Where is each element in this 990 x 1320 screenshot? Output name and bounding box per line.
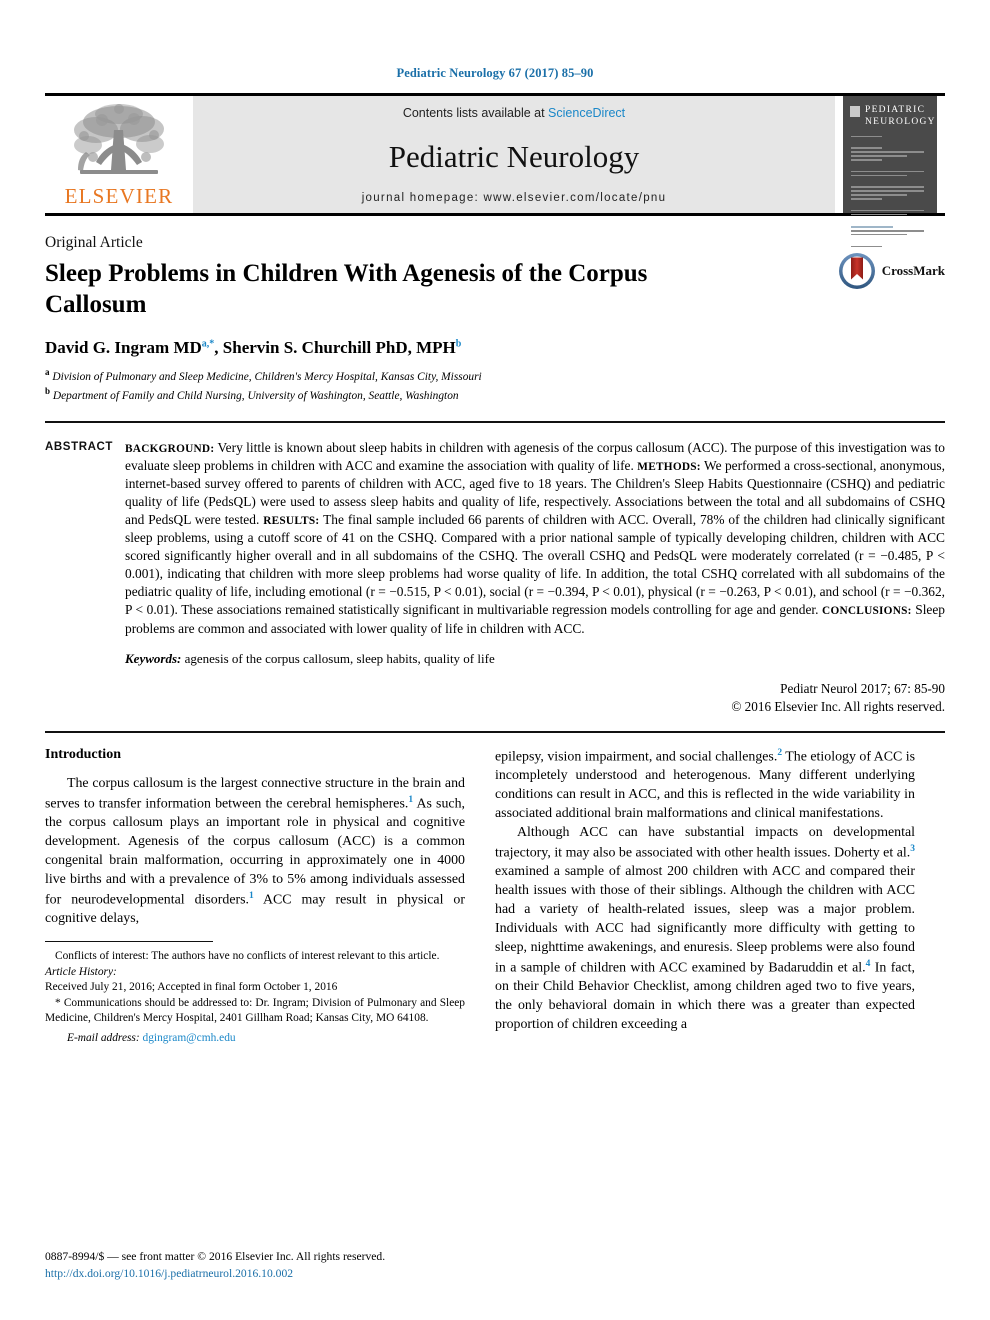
email-link[interactable]: dgingram@cmh.edu [143, 1032, 236, 1044]
intro-paragraph-2: epilepsy, vision impairment, and social … [495, 747, 915, 821]
intro-paragraph-3: Although ACC can have substantial impact… [495, 824, 915, 1033]
elsevier-logo: ELSEVIER [45, 93, 193, 216]
reference-marker[interactable]: 3 [910, 844, 915, 854]
abstract-divider [45, 730, 945, 733]
crossmark-icon [838, 253, 875, 289]
keywords-line: Keywords: agenesis of the corpus callosu… [125, 651, 945, 667]
abstract-citation: Pediatr Neurol 2017; 67: 85-90 © 2016 El… [125, 680, 945, 717]
journal-title: Pediatric Neurology [388, 138, 640, 174]
elsevier-wordmark: ELSEVIER [64, 184, 174, 208]
journal-cover-thumbnail: PEDIATRIC NEUROLOGY [835, 93, 945, 248]
article-history-dates: Received July 21, 2016; Accepted in fina… [45, 981, 338, 994]
abstract-methods-label: METHODS: [637, 460, 701, 473]
keywords-text: agenesis of the corpus callosum, sleep h… [184, 650, 495, 666]
cover-text-lines [851, 135, 929, 248]
section-heading-introduction: Introduction [45, 746, 121, 762]
footnotes-block: Conflicts of interest: The authors have … [45, 949, 465, 1046]
footnote-divider [45, 941, 213, 943]
doi-link[interactable]: http://dx.doi.org/10.1016/j.pediatrneuro… [45, 1266, 475, 1282]
article-header: Original Article Sleep Problems in Child… [45, 234, 945, 405]
conflicts-of-interest: Conflicts of interest: The authors have … [55, 950, 440, 963]
copyright-line: © 2016 Elsevier Inc. All rights reserved… [731, 699, 945, 715]
intro-paragraph-1: The corpus callosum is the largest conne… [45, 775, 465, 927]
crossmark-badge[interactable]: CrossMark [838, 252, 945, 290]
cover-title: PEDIATRIC NEUROLOGY [865, 105, 936, 127]
masthead-center: Contents lists available at ScienceDirec… [193, 93, 835, 216]
issn-line: 0887-8994/$ — see front matter © 2016 El… [45, 1250, 386, 1264]
email-label: E-mail address: [67, 1031, 140, 1044]
journal-masthead: ELSEVIER Contents lists available at Sci… [45, 93, 945, 248]
contents-prefix: Contents lists available at [402, 106, 549, 120]
running-head: Pediatric Neurology 67 (2017) 85–90 [396, 66, 594, 80]
page-title: Sleep Problems in Children With Agenesis… [45, 260, 648, 318]
abstract-section: ABSTRACT BACKGROUND: Very little is know… [45, 439, 945, 717]
elsevier-tree-icon [66, 100, 172, 188]
abstract-body: BACKGROUND: Very little is known about s… [125, 439, 945, 717]
affiliation-a: a Division of Pulmonary and Sleep Medici… [45, 367, 482, 383]
article-type-label: Original Article [45, 234, 143, 251]
journal-homepage-link[interactable]: journal homepage: www.elsevier.com/locat… [362, 192, 667, 204]
corresponding-author-note: * Communications should be addressed to:… [45, 996, 465, 1025]
page-footer: 0887-8994/$ — see front matter © 2016 El… [45, 1249, 475, 1282]
abstract-background-label: BACKGROUND: [125, 442, 215, 455]
right-column: epilepsy, vision impairment, and social … [495, 747, 915, 1047]
journal-article-page: Pediatric Neurology 67 (2017) 85–90 ELSE… [0, 0, 990, 1320]
sciencedirect-link[interactable]: ScienceDirect [548, 106, 625, 120]
keywords-label: Keywords: [125, 650, 182, 666]
abstract-results-label: RESULTS: [263, 515, 320, 528]
article-history-label: Article History: [45, 965, 117, 978]
author-list: David G. Ingram MDa,*, Shervin S. Church… [45, 338, 462, 357]
affiliations: a Division of Pulmonary and Sleep Medici… [45, 366, 945, 405]
header-divider [45, 420, 945, 423]
affiliation-b: b Department of Family and Child Nursing… [45, 386, 459, 403]
cover-emblem-icon [850, 106, 860, 117]
crossmark-label: CrossMark [881, 263, 945, 278]
abstract-text: BACKGROUND: Very little is known about s… [125, 439, 945, 638]
body-columns: Introduction The corpus callosum is the … [45, 747, 945, 1047]
email-line: E-mail address: dgingram@cmh.edu [45, 1031, 465, 1047]
abstract-conclusions-label: CONCLUSIONS: [822, 605, 912, 618]
contents-available-line: Contents lists available at ScienceDirec… [403, 106, 625, 120]
left-column: Introduction The corpus callosum is the … [45, 747, 465, 1047]
abstract-results-text: The final sample included 66 parents of … [125, 512, 945, 618]
citation-line: Pediatr Neurol 2017; 67: 85-90 [780, 680, 945, 696]
abstract-label: ABSTRACT [45, 440, 114, 453]
cover-image: PEDIATRIC NEUROLOGY [843, 96, 937, 248]
